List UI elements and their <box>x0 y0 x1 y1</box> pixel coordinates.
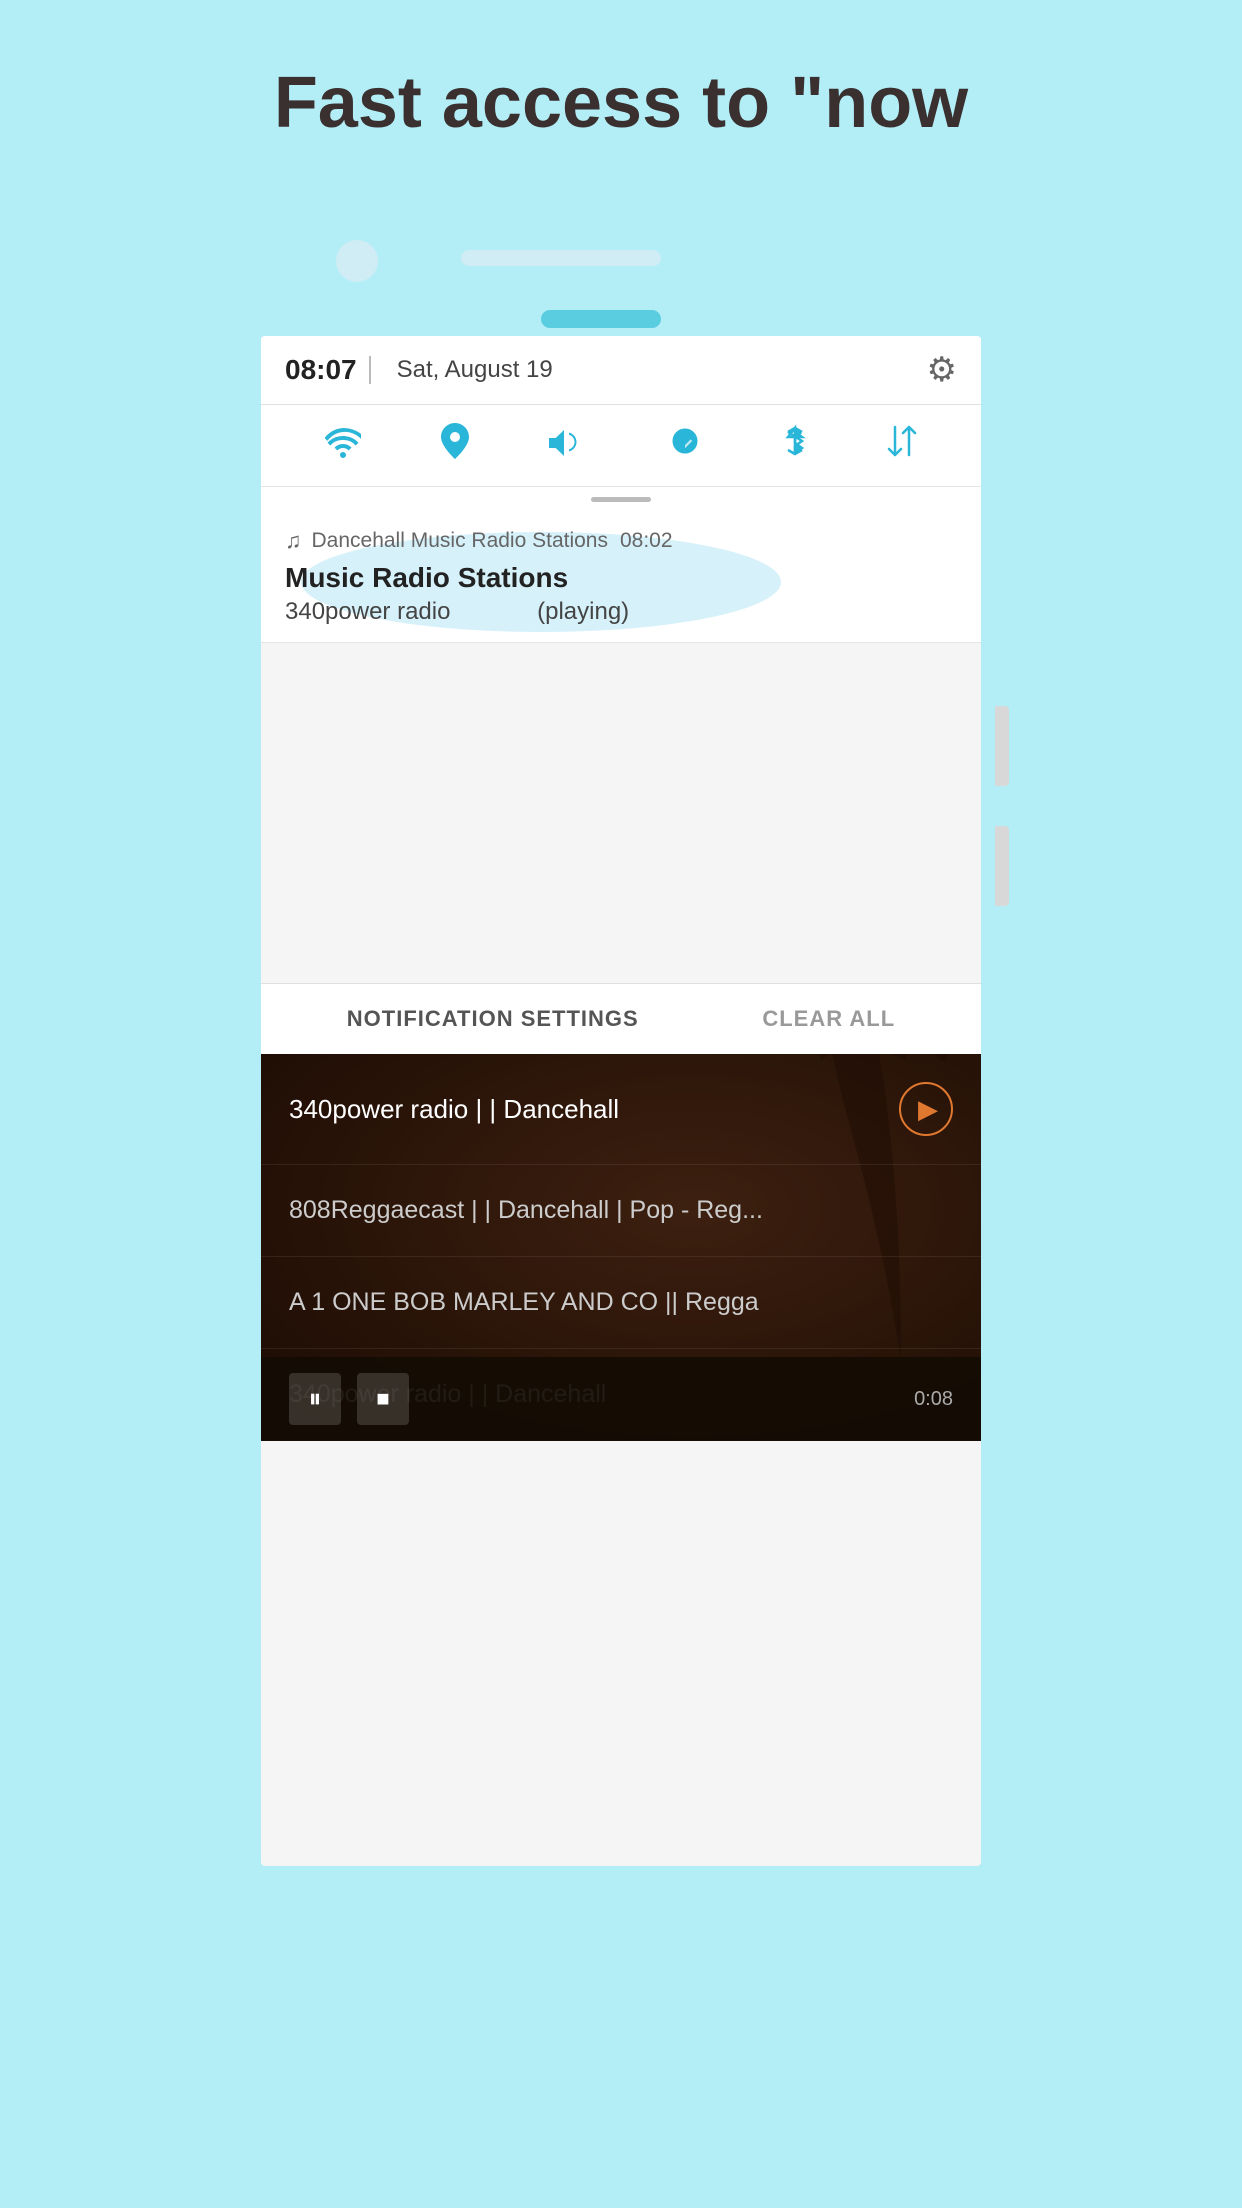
notification-panel: ♫ Dancehall Music Radio Stations 08:02 M… <box>261 512 981 643</box>
notification-empty-area <box>261 643 981 983</box>
playback-time: 0:08 <box>914 1388 953 1411</box>
radio-item-3-text: A 1 ONE BOB MARLEY AND CO || Regga <box>289 1285 953 1320</box>
bluetooth-icon[interactable] <box>783 423 807 468</box>
phone-side-button-2 <box>995 826 1009 906</box>
status-date: Sat, August 19 <box>397 356 553 384</box>
notification-content: ♫ Dancehall Music Radio Stations 08:02 M… <box>285 528 957 626</box>
phone-home-indicator <box>541 310 661 328</box>
stop-button[interactable]: ⏹ <box>357 1373 409 1425</box>
pause-button[interactable]: ⏸ <box>289 1373 341 1425</box>
settings-gear-icon[interactable]: ⚙ <box>927 350 957 390</box>
app-screen: 340power radio | | Dancehall ▶ 808Reggae… <box>261 1054 981 1441</box>
quick-settings-bar <box>261 405 981 487</box>
play-button-1[interactable]: ▶ <box>899 1082 953 1136</box>
phone-speaker <box>461 250 661 266</box>
playback-controls: ⏸ ⏹ <box>289 1373 409 1425</box>
notification-header: ♫ Dancehall Music Radio Stations 08:02 <box>285 528 957 554</box>
status-divider <box>369 356 371 384</box>
notification-station: 340power radio <box>285 598 450 625</box>
radio-item-1[interactable]: 340power radio | | Dancehall ▶ <box>261 1054 981 1165</box>
radio-item-1-text: 340power radio | | Dancehall <box>289 1091 883 1127</box>
status-bar-left: 08:07 Sat, August 19 <box>285 354 553 386</box>
notification-time: 08:02 <box>620 529 673 553</box>
notification-settings-button[interactable]: NOTIFICATION SETTINGS <box>347 1006 639 1032</box>
status-bar: 08:07 Sat, August 19 ⚙ <box>261 336 981 405</box>
phone-screen: 08:07 Sat, August 19 ⚙ <box>261 336 981 1866</box>
notification-status: (playing) <box>537 598 629 625</box>
radio-item-2-row: 808Reggaecast | | Dancehall | Pop - Reg.… <box>289 1193 953 1228</box>
location-icon[interactable] <box>441 423 469 468</box>
radio-item-3-row: A 1 ONE BOB MARLEY AND CO || Regga <box>289 1285 953 1320</box>
drag-handle-bar <box>591 497 651 502</box>
status-time: 08:07 <box>285 354 357 386</box>
notification-subtitle: 340power radio (playing) <box>285 598 957 626</box>
wifi-icon[interactable] <box>325 425 361 467</box>
playback-bar: ⏸ ⏹ 0:08 <box>261 1357 981 1441</box>
sync-icon[interactable] <box>667 423 703 468</box>
phone-camera <box>336 240 378 282</box>
play-icon-1: ▶ <box>918 1094 938 1125</box>
pause-icon: ⏸ <box>308 1383 321 1415</box>
notification-title: Music Radio Stations <box>285 562 957 594</box>
clear-all-button[interactable]: CLEAR ALL <box>762 1006 895 1032</box>
notification-item[interactable]: ♫ Dancehall Music Radio Stations 08:02 M… <box>261 512 981 643</box>
volume-icon[interactable] <box>549 425 587 467</box>
music-note-icon: ♫ <box>285 528 302 554</box>
notification-app-name: Dancehall Music Radio Stations <box>312 529 608 553</box>
radio-item-2[interactable]: 808Reggaecast | | Dancehall | Pop - Reg.… <box>261 1165 981 1257</box>
phone-side-button-1 <box>995 706 1009 786</box>
drag-handle[interactable] <box>261 487 981 512</box>
radio-item-3[interactable]: A 1 ONE BOB MARLEY AND CO || Regga <box>261 1257 981 1349</box>
page-headline: Fast access to "now <box>194 0 1048 186</box>
radio-item-2-text: 808Reggaecast | | Dancehall | Pop - Reg.… <box>289 1193 953 1228</box>
phone-mockup: 08:07 Sat, August 19 ⚙ <box>241 206 1001 1886</box>
radio-item-1-row: 340power radio | | Dancehall ▶ <box>289 1082 953 1136</box>
data-transfer-icon[interactable] <box>887 423 917 468</box>
stop-icon: ⏹ <box>376 1383 389 1415</box>
notification-footer: NOTIFICATION SETTINGS CLEAR ALL <box>261 983 981 1054</box>
